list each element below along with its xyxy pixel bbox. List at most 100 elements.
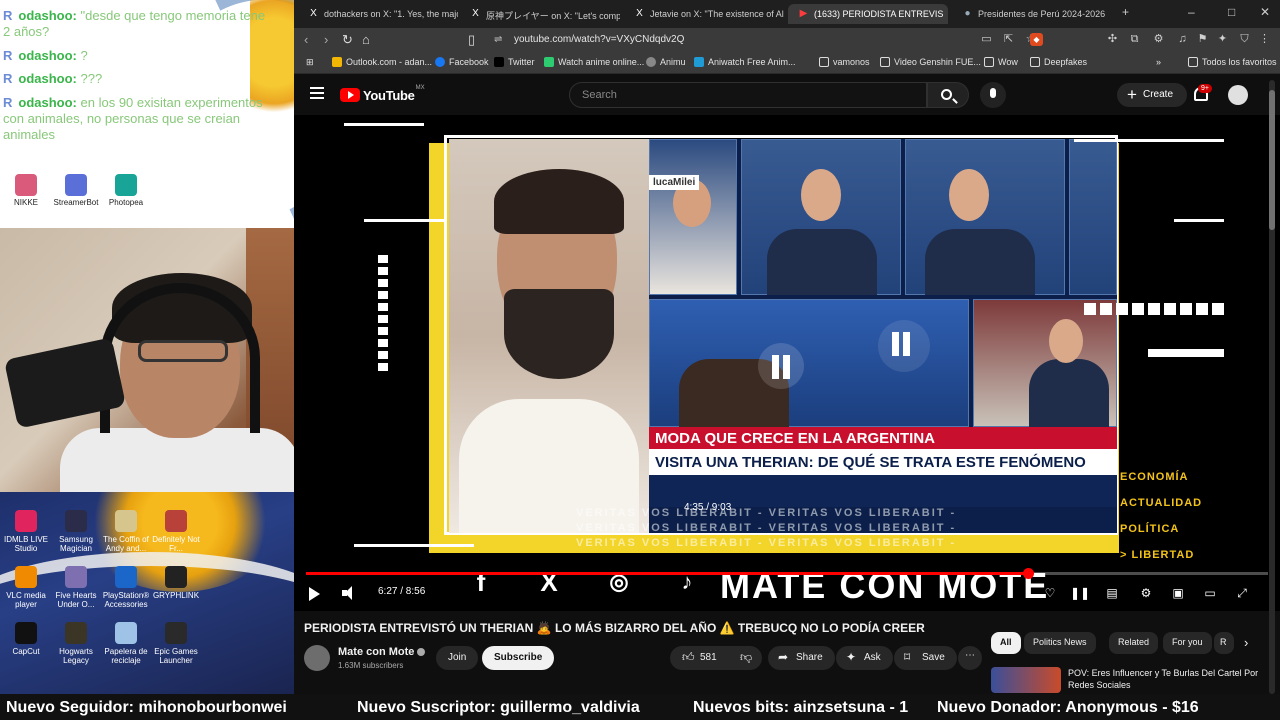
share-button[interactable]: ➦ Share xyxy=(768,646,835,670)
ask-button[interactable]: ✦ Ask xyxy=(836,646,893,670)
bookmark-item[interactable]: Facebook xyxy=(435,57,489,67)
chevron-right-icon[interactable]: › xyxy=(1238,632,1258,654)
desktop-icon[interactable]: PlayStation® Accessories xyxy=(100,566,152,609)
desktop-icon-streamerbot[interactable]: StreamerBot xyxy=(52,174,100,207)
channel-avatar[interactable] xyxy=(304,645,330,671)
close-icon[interactable]: ✕ xyxy=(1260,5,1270,19)
bookmark-item[interactable]: Aniwatch Free Anim... xyxy=(694,57,796,67)
video-scrubber-handle[interactable] xyxy=(1022,568,1034,579)
cast-icon[interactable]: ▭ xyxy=(980,33,993,46)
bookmark-folder[interactable]: Todos los favoritos xyxy=(1188,57,1277,67)
heart-icon[interactable]: ♡ xyxy=(1042,585,1058,601)
search-button[interactable] xyxy=(927,82,969,108)
menu-icon[interactable]: ⋮ xyxy=(1258,33,1271,46)
desktop-icon[interactable]: The Coffin of Andy and... xyxy=(100,510,152,553)
chip-more[interactable]: R xyxy=(1214,632,1234,654)
translate-icon[interactable]: ✦ xyxy=(1216,33,1229,46)
streamerbot-icon xyxy=(65,174,87,196)
bookmark-item[interactable]: Animu xyxy=(646,57,686,67)
recommended-thumbnail[interactable] xyxy=(991,667,1061,693)
video-player[interactable]: lucaMilei MODA QUE CRECE EN LA ARGENTINA… xyxy=(294,115,1280,611)
brave-shield-icon[interactable]: ◆ xyxy=(1030,33,1043,46)
tab[interactable]: ● Presidentes de Perú 2024-2026 xyxy=(952,4,1112,24)
app-icon xyxy=(115,510,137,532)
thumbs-down-icon[interactable]: 👎︎ xyxy=(740,650,752,665)
tab-active-youtube[interactable]: ▶ (1633) PERIODISTA ENTREVIS xyxy=(788,4,948,24)
new-tab-button[interactable]: + xyxy=(1122,5,1129,19)
youtube-logo[interactable]: YouTube MX xyxy=(340,85,425,104)
bookmark-icon[interactable]: ▯ xyxy=(468,32,475,48)
tab[interactable]: Xdothackers on X: "1. Yes, the majority xyxy=(298,4,458,24)
settings-gear-icon[interactable]: ⚙ xyxy=(1138,585,1154,601)
back-icon[interactable]: ‹ xyxy=(304,32,308,47)
scrollbar-thumb[interactable] xyxy=(1269,90,1275,230)
bookmark-item[interactable]: Twitter xyxy=(494,57,535,67)
minimize-icon[interactable]: – xyxy=(1188,5,1195,19)
chip-politics-news[interactable]: Politics News xyxy=(1024,632,1096,654)
miniplayer-pause-icon[interactable]: ❚❚ xyxy=(1070,585,1090,601)
hamburger-menu-icon[interactable] xyxy=(310,87,324,99)
save-button[interactable]: ⌑ Save xyxy=(894,646,957,670)
bookmark-item[interactable]: Outlook.com - adan... xyxy=(332,57,432,67)
apps-grid-icon[interactable]: ⊞ xyxy=(306,57,314,68)
miniplayer-icon[interactable]: ▣ xyxy=(1170,585,1186,601)
more-actions-icon[interactable]: ⋯ xyxy=(958,646,982,670)
site-info-icon[interactable]: ⇌ xyxy=(494,34,502,45)
volume-icon[interactable] xyxy=(342,586,358,600)
page-scrollbar[interactable] xyxy=(1269,80,1275,694)
bookmark-item[interactable]: Watch anime online... xyxy=(544,57,644,67)
chip-related[interactable]: Related xyxy=(1109,632,1159,654)
captions-icon[interactable]: ▤ xyxy=(1104,585,1120,601)
extensions-icon[interactable]: ⚑ xyxy=(1196,33,1209,46)
chip-for-you[interactable]: For you xyxy=(1163,632,1212,654)
tab[interactable]: X原神プレイヤー on X: "Let's compare th xyxy=(460,4,620,24)
extension-icon[interactable]: ✣ xyxy=(1106,33,1119,46)
music-icon[interactable]: ♫ xyxy=(1176,33,1189,46)
desktop-icon-nikke[interactable]: NIKKE xyxy=(2,174,50,207)
desktop-icon[interactable]: VLC media player xyxy=(0,566,52,609)
anchor-face xyxy=(1049,319,1083,363)
desktop-icon-photopea[interactable]: Photopea xyxy=(102,174,150,207)
desktop-icon[interactable]: Hogwarts Legacy xyxy=(50,622,102,665)
desktop-icon[interactable]: Definitely Not Fr... xyxy=(150,510,202,553)
extension-icon[interactable]: ⚙ xyxy=(1152,33,1165,46)
search-input[interactable] xyxy=(570,83,926,107)
address-bar[interactable]: youtube.com/watch?v=VXyCNdqdv2Q xyxy=(514,34,684,45)
play-button-icon[interactable] xyxy=(309,587,320,601)
bookmark-folder[interactable]: Video Genshin FUE... xyxy=(880,57,981,67)
desktop-icon[interactable]: IDMLB LIVE Studio xyxy=(0,510,52,553)
recommended-title[interactable]: POV: Eres Influencer y Te Burlas Del Car… xyxy=(1068,667,1268,691)
maximize-icon[interactable]: □ xyxy=(1228,5,1235,19)
app-icon xyxy=(15,510,37,532)
tab[interactable]: X Jetavie on X: "The existence of Aleph xyxy=(624,4,784,24)
create-button[interactable]: Create xyxy=(1117,83,1187,107)
account-avatar[interactable] xyxy=(1228,85,1248,105)
video-progress-bar[interactable] xyxy=(306,568,1268,579)
channel-name[interactable]: Mate con Mote xyxy=(338,646,426,658)
chip-all[interactable]: All xyxy=(991,632,1021,654)
fullscreen-icon[interactable]: ⤢ xyxy=(1234,585,1250,601)
cast-icon[interactable]: ▭ xyxy=(1202,585,1218,601)
shield-icon[interactable]: ⛉ xyxy=(1238,33,1251,46)
reload-icon[interactable]: ↻ xyxy=(342,32,353,48)
bookmark-folder[interactable]: vamonos xyxy=(819,57,870,67)
globe-icon xyxy=(646,57,656,67)
like-button[interactable]: 👍︎ 581 👎︎ xyxy=(670,646,762,670)
desktop-icon[interactable]: CapCut xyxy=(0,622,52,656)
glitch-line xyxy=(1074,139,1224,142)
forward-icon[interactable]: › xyxy=(324,32,328,47)
bookmark-folder[interactable]: Wow xyxy=(984,57,1018,67)
subscribe-button[interactable]: Subscribe xyxy=(482,646,555,670)
share-icon[interactable]: ⇱ xyxy=(1002,33,1015,46)
more-bookmarks-icon[interactable]: » xyxy=(1156,57,1161,67)
home-icon[interactable]: ⌂ xyxy=(362,32,370,47)
desktop-icon[interactable]: GRYPHLINK xyxy=(150,566,202,600)
voice-search-mic-icon[interactable] xyxy=(980,82,1006,108)
extension-icon[interactable]: ⧉ xyxy=(1128,33,1141,46)
desktop-icon[interactable]: Papelera de reciclaje xyxy=(100,622,152,665)
bookmark-folder[interactable]: Deepfakes xyxy=(1030,57,1087,67)
desktop-icon[interactable]: Samsung Magician xyxy=(50,510,102,553)
desktop-icon[interactable]: Epic Games Launcher xyxy=(150,622,202,665)
desktop-icon[interactable]: Five Hearts Under O... xyxy=(50,566,102,609)
join-button[interactable]: Join xyxy=(436,646,479,670)
